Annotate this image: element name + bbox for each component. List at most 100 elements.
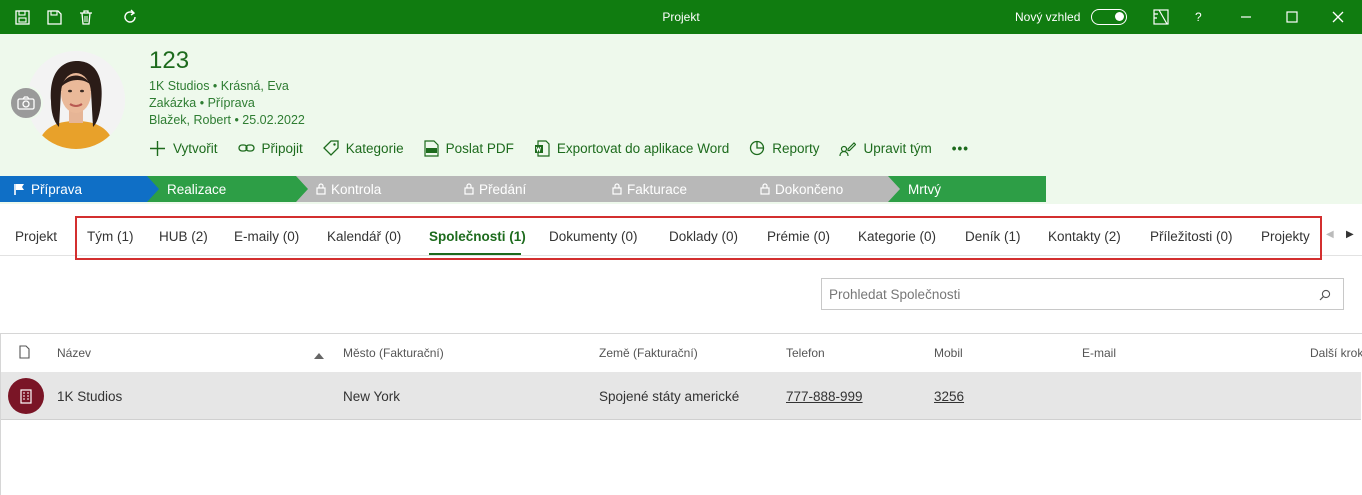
minimize-icon[interactable]: [1236, 7, 1256, 27]
tab-scroll-left-icon[interactable]: ◀: [1326, 229, 1334, 240]
tab-tym[interactable]: Tým (1): [87, 229, 134, 244]
app-window: Projekt Nový vzhled ? 123 1K Studios • K…: [0, 0, 1362, 495]
new-look-toggle[interactable]: [1091, 9, 1127, 25]
layout-settings-icon[interactable]: [1151, 7, 1171, 27]
help-button[interactable]: ?: [1195, 10, 1202, 24]
create-label: Vytvořit: [173, 140, 218, 156]
toggle-knob: [1115, 12, 1124, 21]
edit-team-button[interactable]: Upravit tým: [839, 140, 932, 157]
tab-prilezitosti[interactable]: Příležitosti (0): [1150, 229, 1233, 244]
tab-kalendar[interactable]: Kalendář (0): [327, 229, 401, 244]
tab-projekt[interactable]: Projekt: [15, 229, 57, 244]
send-pdf-label: Poslat PDF: [445, 140, 514, 156]
refresh-icon[interactable]: [120, 7, 140, 27]
send-pdf-button[interactable]: Poslat PDF: [423, 139, 514, 157]
cell-mobile-link[interactable]: 3256: [934, 389, 964, 404]
stage-kontrola[interactable]: Kontrola: [296, 176, 457, 202]
column-header-email[interactable]: E-mail: [1082, 346, 1116, 360]
pdf-icon: [423, 139, 439, 157]
more-icon: •••: [951, 140, 969, 156]
plus-icon: [150, 140, 165, 156]
delete-icon[interactable]: [76, 7, 96, 27]
tab-kategorie[interactable]: Kategorie (0): [858, 229, 936, 244]
word-icon: [534, 139, 550, 157]
lock-icon: [316, 183, 326, 195]
column-header-city[interactable]: Město (Fakturační): [343, 346, 444, 360]
stage-mrtvy[interactable]: Mrtvý: [888, 176, 1046, 202]
record-type-line: Zakázka • Příprava: [149, 96, 255, 110]
tab-dokumenty[interactable]: Dokumenty (0): [549, 229, 638, 244]
stage-label-kontrola: Kontrola: [331, 181, 382, 197]
pie-chart-icon: [750, 140, 765, 156]
save-icon[interactable]: [44, 7, 64, 27]
edit-team-label: Upravit tým: [863, 140, 932, 156]
search-icon[interactable]: [1319, 288, 1331, 306]
record-title: 123: [149, 47, 190, 74]
cell-country: Spojené státy americké: [599, 389, 740, 404]
stage-label-mrtvy: Mrtvý: [908, 181, 941, 197]
new-look-label: Nový vzhled: [1015, 10, 1081, 24]
stage-priprava[interactable]: Příprava: [0, 176, 160, 202]
attach-label: Připojit: [261, 140, 303, 156]
maximize-icon[interactable]: [1282, 7, 1302, 27]
close-icon[interactable]: [1328, 7, 1348, 27]
category-label: Kategorie: [345, 140, 404, 156]
stage-label-priprava: Příprava: [31, 181, 83, 197]
document-column-icon[interactable]: [19, 345, 30, 362]
tag-icon: [322, 140, 339, 156]
column-header-mobile[interactable]: Mobil: [934, 346, 963, 360]
camera-icon: [17, 96, 35, 110]
tab-scroll-right-icon[interactable]: ▶: [1346, 229, 1354, 240]
title-bar: Projekt Nový vzhled ?: [0, 0, 1362, 34]
search-input[interactable]: [822, 279, 1312, 309]
stage-label-predani: Předání: [479, 181, 527, 197]
stage-realizace[interactable]: Realizace: [147, 176, 309, 202]
record-company-line: 1K Studios • Krásná, Eva: [149, 79, 289, 93]
tab-denik[interactable]: Deník (1): [965, 229, 1021, 244]
command-bar: Vytvořit Připojit Kategorie Poslat PDF E…: [149, 137, 989, 159]
active-tab-indicator: [429, 253, 521, 255]
link-icon: [237, 144, 255, 152]
more-button[interactable]: •••: [952, 141, 969, 156]
column-header-country[interactable]: Země (Fakturační): [599, 346, 698, 360]
change-photo-button[interactable]: [9, 86, 43, 120]
cell-phone-link[interactable]: 777-888-999: [786, 389, 863, 404]
export-word-button[interactable]: Exportovat do aplikace Word: [534, 139, 730, 157]
record-owner-line: Blažek, Robert • 25.02.2022: [149, 113, 305, 127]
reports-label: Reporty: [772, 140, 820, 156]
create-button[interactable]: Vytvořit: [149, 140, 218, 157]
category-button[interactable]: Kategorie: [322, 140, 404, 156]
tab-kontakty[interactable]: Kontakty (2): [1048, 229, 1121, 244]
search-box: [821, 278, 1344, 310]
attach-button[interactable]: Připojit: [237, 140, 303, 156]
cell-company-name[interactable]: 1K Studios: [57, 389, 122, 404]
tab-projekty[interactable]: Projekty: [1261, 229, 1310, 244]
company-icon: [8, 378, 44, 414]
stage-predani[interactable]: Předání: [444, 176, 605, 202]
stage-label-fakturace: Fakturace: [627, 181, 688, 197]
stage-fakturace[interactable]: Fakturace: [592, 176, 753, 202]
tab-doklady[interactable]: Doklady (0): [669, 229, 738, 244]
tab-hub[interactable]: HUB (2): [159, 229, 208, 244]
column-header-name[interactable]: Název: [57, 346, 91, 360]
tab-premie[interactable]: Prémie (0): [767, 229, 830, 244]
column-header-phone[interactable]: Telefon: [786, 346, 825, 360]
tab-bar: Projekt Tým (1) HUB (2) E-maily (0) Kale…: [0, 218, 1362, 256]
cell-city: New York: [343, 389, 401, 404]
lock-icon: [464, 183, 474, 195]
grid-divider: [0, 333, 1362, 334]
edit-team-icon: [839, 141, 857, 156]
tab-spolecnosti[interactable]: Společnosti (1): [429, 229, 526, 244]
flag-icon: [14, 184, 24, 195]
stage-label-realizace: Realizace: [167, 181, 227, 197]
export-word-label: Exportovat do aplikace Word: [556, 140, 730, 156]
reports-button[interactable]: Reporty: [749, 140, 819, 156]
lock-icon: [760, 183, 770, 195]
sort-ascending-icon[interactable]: [314, 348, 324, 362]
column-header-next-step[interactable]: Další krok: [1310, 346, 1362, 360]
save-and-close-icon[interactable]: [12, 7, 32, 27]
lock-icon: [612, 183, 622, 195]
stage-dokonceno[interactable]: Dokončeno: [740, 176, 901, 202]
stage-label-dokonceno: Dokončeno: [775, 181, 844, 197]
tab-emaily[interactable]: E-maily (0): [234, 229, 299, 244]
